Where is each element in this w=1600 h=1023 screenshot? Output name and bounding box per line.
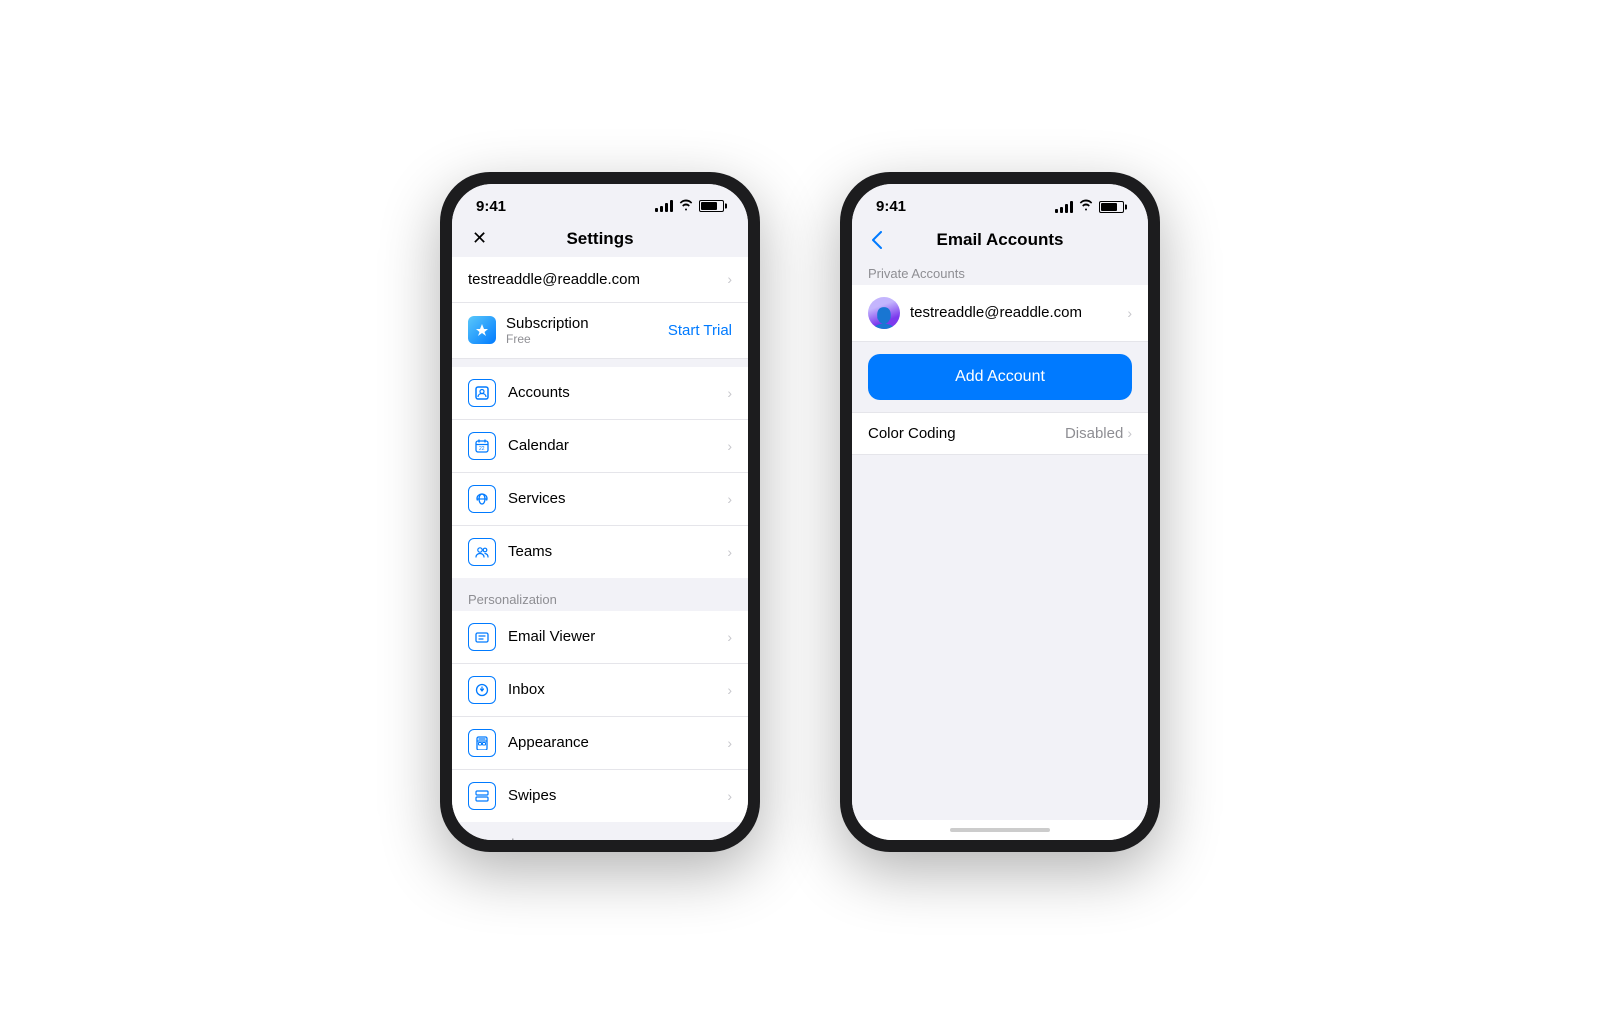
settings-item-inbox[interactable]: Inbox › xyxy=(452,664,748,717)
inbox-label: Inbox xyxy=(508,681,545,698)
subscription-icon xyxy=(468,316,496,344)
email-viewer-icon xyxy=(468,623,496,651)
general-header: General xyxy=(452,830,748,840)
account-email-text: testreaddle@readdle.com xyxy=(468,271,640,288)
account-avatar: 👤 xyxy=(868,297,900,329)
accounts-label: Accounts xyxy=(508,384,570,401)
calendar-icon: 22 xyxy=(468,432,496,460)
accounts-icon xyxy=(468,379,496,407)
email-viewer-chevron: › xyxy=(727,629,732,645)
start-trial-button[interactable]: Start Trial xyxy=(668,322,732,339)
settings-item-swipes[interactable]: Swipes › xyxy=(452,770,748,822)
account-email-text-2: testreaddle@readdle.com xyxy=(910,304,1082,321)
phone-settings: 9:41 xyxy=(440,172,760,852)
settings-screen: 9:41 xyxy=(452,184,748,840)
settings-item-calendar[interactable]: 22 Calendar › xyxy=(452,420,748,473)
subscription-subtitle: Free xyxy=(506,332,589,346)
settings-item-accounts[interactable]: Accounts › xyxy=(452,367,748,420)
home-indicator xyxy=(852,820,1148,840)
inbox-icon xyxy=(468,676,496,704)
phone-email-accounts: 9:41 xyxy=(840,172,1160,852)
account-chevron: › xyxy=(1127,305,1132,321)
add-account-button[interactable]: Add Account xyxy=(868,354,1132,400)
services-icon xyxy=(468,485,496,513)
account-item[interactable]: 👤 testreaddle@readdle.com › xyxy=(852,285,1148,342)
settings-nav-bar: ✕ Settings xyxy=(452,221,748,257)
swipes-icon xyxy=(468,782,496,810)
status-icons-2 xyxy=(1055,198,1124,216)
accounts-chevron: › xyxy=(727,385,732,401)
calendar-chevron: › xyxy=(727,438,732,454)
subscription-title: Subscription xyxy=(506,315,589,332)
color-coding-row[interactable]: Color Coding Disabled › xyxy=(852,412,1148,455)
chevron-icon: › xyxy=(727,271,732,287)
status-time-1: 9:41 xyxy=(476,198,506,215)
battery-icon-2 xyxy=(1099,201,1124,213)
email-accounts-nav-bar: Email Accounts xyxy=(852,222,1148,258)
swipes-label: Swipes xyxy=(508,787,556,804)
status-time-2: 9:41 xyxy=(876,198,906,215)
calendar-label: Calendar xyxy=(508,437,569,454)
empty-space xyxy=(852,455,1148,755)
subscription-left: Subscription Free xyxy=(468,315,589,346)
battery-icon-1 xyxy=(699,200,724,212)
status-icons-1 xyxy=(655,199,724,214)
status-bar-2: 9:41 xyxy=(852,184,1148,222)
settings-item-services[interactable]: Services › xyxy=(452,473,748,526)
account-email-row[interactable]: testreaddle@readdle.com › xyxy=(452,257,748,303)
status-bar-1: 9:41 xyxy=(452,184,748,221)
wifi-icon-1 xyxy=(679,199,693,214)
email-viewer-label: Email Viewer xyxy=(508,628,595,645)
signal-icon-1 xyxy=(655,200,673,212)
close-button[interactable]: ✕ xyxy=(468,224,491,253)
settings-item-teams[interactable]: Teams › xyxy=(452,526,748,578)
phone-container: 9:41 xyxy=(400,132,1200,892)
personalization-group: Email Viewer › xyxy=(452,611,748,822)
appearance-chevron: › xyxy=(727,735,732,751)
settings-item-email-viewer[interactable]: Email Viewer › xyxy=(452,611,748,664)
appearance-label: Appearance xyxy=(508,734,589,751)
main-settings-group: Accounts › 22 xyxy=(452,367,748,578)
swipes-chevron: › xyxy=(727,788,732,804)
settings-title: Settings xyxy=(566,229,633,249)
color-coding-chevron: › xyxy=(1127,425,1132,441)
appearance-icon xyxy=(468,729,496,757)
email-accounts-content: Private Accounts 👤 testreaddle@readdle.c… xyxy=(852,258,1148,820)
inbox-chevron: › xyxy=(727,682,732,698)
private-accounts-label: Private Accounts xyxy=(852,258,1148,285)
settings-content: testreaddle@readdle.com › Subscription xyxy=(452,257,748,840)
settings-item-appearance[interactable]: Appearance › xyxy=(452,717,748,770)
personalization-header: Personalization xyxy=(452,586,748,611)
signal-icon-2 xyxy=(1055,201,1073,213)
email-accounts-screen: 9:41 xyxy=(852,184,1148,840)
svg-text:22: 22 xyxy=(479,446,485,452)
services-chevron: › xyxy=(727,491,732,507)
home-bar xyxy=(950,828,1050,832)
teams-label: Teams xyxy=(508,543,552,560)
email-accounts-title: Email Accounts xyxy=(937,230,1064,250)
color-coding-label: Color Coding xyxy=(868,425,956,442)
subscription-row[interactable]: Subscription Free Start Trial xyxy=(452,303,748,359)
wifi-icon-2 xyxy=(1079,198,1093,216)
services-label: Services xyxy=(508,490,566,507)
teams-icon xyxy=(468,538,496,566)
teams-chevron: › xyxy=(727,544,732,560)
back-button[interactable] xyxy=(868,227,886,253)
color-coding-value: Disabled xyxy=(1065,425,1123,442)
